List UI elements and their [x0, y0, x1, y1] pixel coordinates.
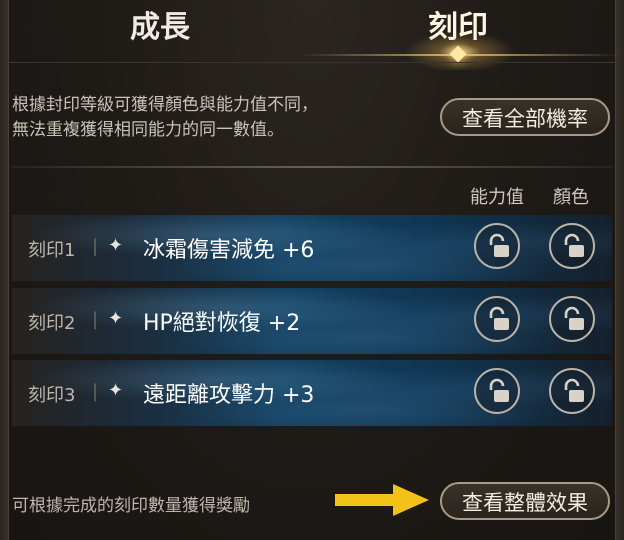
imprint-row: 刻印2 | ✦ HP絕對恢復 +2 [12, 288, 612, 354]
imprint-slot-label: 刻印3 [28, 385, 76, 406]
unlock-icon [564, 233, 584, 257]
ability-lock-toggle[interactable] [474, 223, 520, 269]
imprint-stat-text: 遠距離攻擊力 +3 [143, 383, 315, 408]
imprint-slot-label: 刻印1 [28, 240, 76, 261]
imprint-stat-text: 冰霜傷害減免 +6 [143, 238, 315, 263]
color-lock-toggle[interactable] [549, 368, 595, 414]
color-lock-toggle[interactable] [549, 223, 595, 269]
unlock-icon [564, 378, 584, 402]
reward-info-text: 可根據完成的刻印數量獲得獎勵 [12, 496, 250, 516]
sparkle-icon: ✦ [108, 380, 124, 401]
unlock-icon [489, 378, 509, 402]
info-line-1: 根據封印等級可獲得顏色與能力值不同， [12, 95, 318, 115]
section-divider [12, 166, 612, 168]
right-frame [615, 0, 624, 540]
left-frame [0, 0, 9, 540]
imprint-row: 刻印1 | ✦ 冰霜傷害減免 +6 [12, 215, 612, 281]
imprint-stat-text: HP絕對恢復 +2 [143, 311, 301, 336]
imprint-slot-label: 刻印2 [28, 313, 76, 334]
separator: | [92, 309, 99, 330]
tab-imprint[interactable]: 刻印 [428, 2, 488, 46]
color-lock-toggle[interactable] [549, 296, 595, 342]
imprint-row: 刻印3 | ✦ 遠距離攻擊力 +3 [12, 360, 612, 426]
ability-lock-toggle[interactable] [474, 368, 520, 414]
column-header-ability: 能力值 [470, 187, 524, 208]
view-all-rates-button[interactable]: 查看全部機率 [440, 98, 610, 136]
unlock-icon [564, 306, 584, 330]
column-header-color: 顏色 [553, 187, 589, 208]
tab-growth[interactable]: 成長 [130, 2, 190, 46]
arrow-right-icon [335, 484, 429, 516]
separator: | [92, 381, 99, 402]
tab-divider [8, 62, 616, 63]
info-text: 根據封印等級可獲得顏色與能力值不同， 無法重複獲得相同能力的同一數值。 [12, 93, 432, 143]
sparkle-icon: ✦ [108, 235, 124, 256]
info-line-2: 無法重複獲得相同能力的同一數值。 [12, 120, 284, 140]
separator: | [92, 236, 99, 257]
ability-lock-toggle[interactable] [474, 296, 520, 342]
sparkle-icon: ✦ [108, 308, 124, 329]
unlock-icon [489, 233, 509, 257]
view-overall-effect-button[interactable]: 查看整體效果 [440, 482, 610, 520]
unlock-icon [489, 306, 509, 330]
